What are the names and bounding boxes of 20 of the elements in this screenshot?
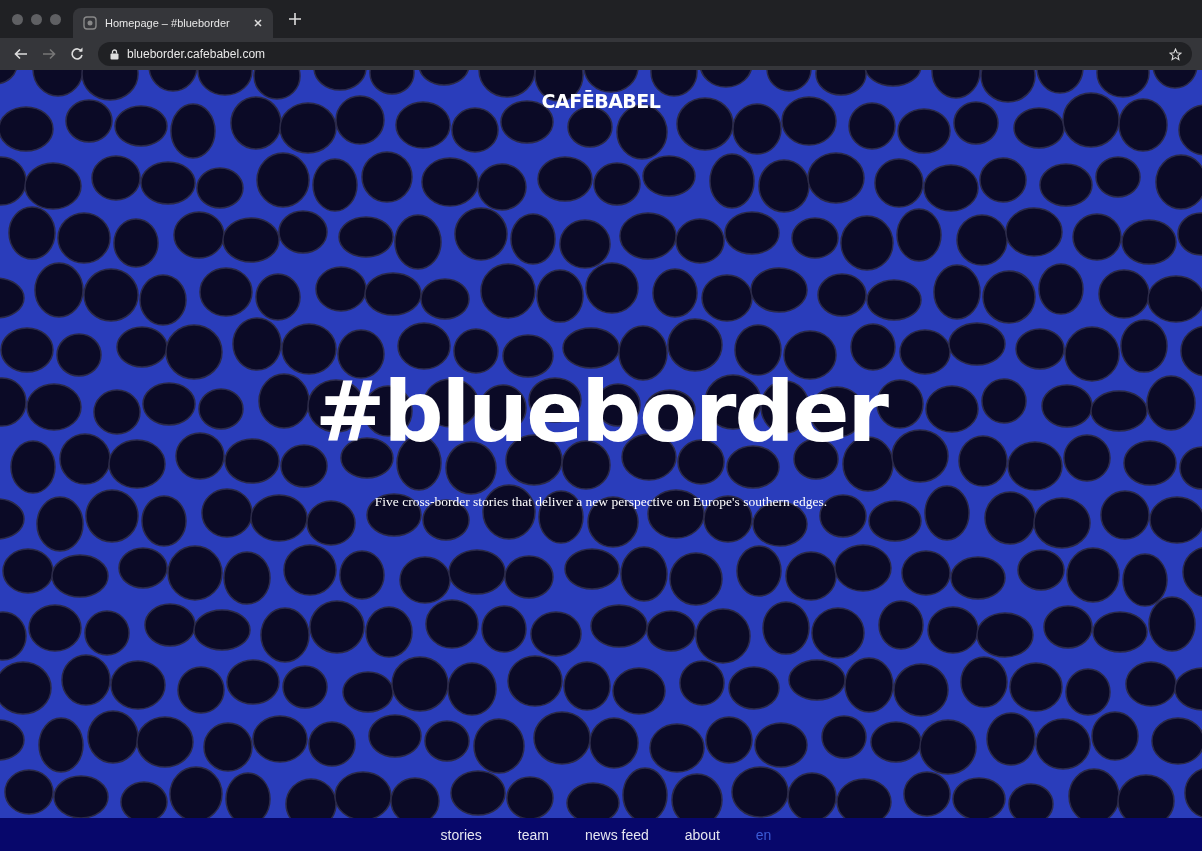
address-bar[interactable]: blueborder.cafebabel.com bbox=[98, 42, 1192, 66]
nav-link[interactable]: team bbox=[517, 826, 549, 843]
reload-icon[interactable] bbox=[70, 47, 84, 61]
nav-link[interactable]: stories bbox=[440, 826, 482, 843]
lock-icon bbox=[110, 48, 119, 60]
back-arrow-icon[interactable] bbox=[14, 47, 28, 61]
window-maximize-control[interactable] bbox=[50, 13, 61, 25]
star-icon[interactable] bbox=[1169, 47, 1182, 61]
close-icon[interactable] bbox=[253, 18, 263, 28]
forward-arrow-icon[interactable] bbox=[42, 47, 56, 61]
window-close-control[interactable] bbox=[12, 13, 23, 25]
logo[interactable]: CAFĒBABEL bbox=[541, 90, 661, 112]
favicon-icon bbox=[83, 16, 97, 30]
new-tab-icon[interactable] bbox=[289, 13, 301, 25]
tab-title: Homepage – #blueborder bbox=[105, 17, 231, 29]
nav-link[interactable]: about bbox=[684, 826, 720, 843]
browser-tab[interactable]: Homepage – #blueborder bbox=[73, 8, 273, 38]
url-text: blueborder.cafebabel.com bbox=[127, 47, 267, 61]
window-minimize-control[interactable] bbox=[31, 13, 42, 25]
nav-link[interactable]: news feed bbox=[584, 826, 649, 843]
